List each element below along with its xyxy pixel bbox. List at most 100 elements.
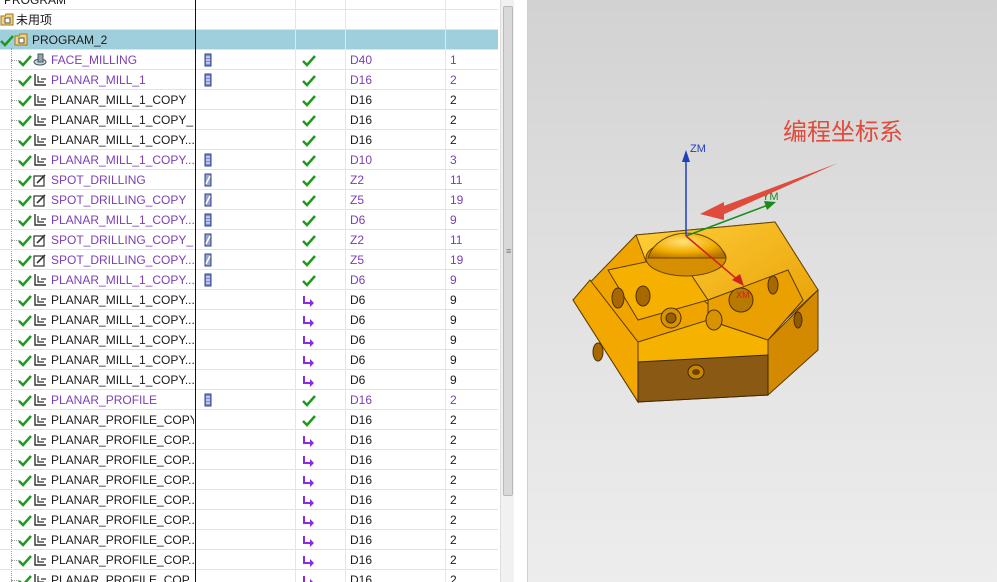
operation-row[interactable]: PLANAR_MILL_1_COPY... D10 3	[0, 150, 498, 170]
scrollbar-thumb[interactable]: ≡	[503, 6, 513, 496]
operation-name: PLANAR_PROFILE_COP...	[51, 533, 194, 547]
tool-name: Z2	[350, 233, 365, 247]
tool-name: D10	[350, 153, 373, 167]
tool-number: 9	[450, 273, 457, 287]
operation-row[interactable]: PLANAR_MILL_1_COPY... D6 9	[0, 210, 498, 230]
operation-navigator: PROGRAM 未用项 PROGRAM_2 FACE_MILLING D40 1 PLANA…	[0, 0, 500, 582]
tool-number: 2	[450, 73, 457, 87]
operation-name: FACE_MILLING	[51, 53, 138, 67]
column-divider-name[interactable]	[195, 0, 196, 582]
operation-name: PLANAR_PROFILE_COP...	[51, 513, 194, 527]
operation-name: PLANAR_PROFILE_COPY	[51, 413, 194, 427]
operation-name: PLANAR_MILL_1_COPY...	[51, 313, 194, 327]
operation-name: PLANAR_PROFILE_COP...	[51, 433, 194, 447]
tool-name: D16	[350, 453, 373, 467]
tool-number: 2	[450, 553, 457, 567]
tool-number: 2	[450, 93, 457, 107]
tool-name: D6	[350, 373, 366, 387]
tool-number: 2	[450, 113, 457, 127]
tool-name: D16	[350, 133, 373, 147]
tool-name: D16	[350, 113, 373, 127]
tool-number: 3	[450, 153, 457, 167]
tool-number: 2	[450, 133, 457, 147]
operation-name: PLANAR_PROFILE_COP...	[51, 553, 194, 567]
navigator-scrollbar[interactable]: ≡	[500, 0, 515, 582]
operation-name: PLANAR_PROFILE_COP...	[51, 453, 194, 467]
operation-row[interactable]: FACE_MILLING D40 1	[0, 50, 498, 70]
tree-node-label: PROGRAM	[4, 0, 67, 7]
operation-row[interactable]: PLANAR_MILL_1_COPY... D6 9	[0, 270, 498, 290]
operation-name: SPOT_DRILLING_COPY...	[51, 253, 194, 267]
operation-row[interactable]: PLANAR_PROFILE D16 2	[0, 390, 498, 410]
operation-row[interactable]: PLANAR_PROFILE_COP... D16 2	[0, 450, 498, 470]
tool-name: Z2	[350, 173, 365, 187]
operation-row[interactable]: SPOT_DRILLING_COPY... Z5 19	[0, 250, 498, 270]
tool-name: D6	[350, 213, 366, 227]
operation-row[interactable]: PLANAR_MILL_1 D16 2	[0, 70, 498, 90]
operation-row[interactable]: PLANAR_PROFILE_COPY D16 2	[0, 410, 498, 430]
operation-row[interactable]: PLANAR_MILL_1_COPY D16 2	[0, 90, 498, 110]
tree-node-label: PROGRAM_2	[32, 33, 108, 47]
tool-number: 9	[450, 373, 457, 387]
operation-row[interactable]: PLANAR_PROFILE_COP... D16 2	[0, 570, 498, 582]
tree-node-program[interactable]: PROGRAM	[0, 0, 498, 10]
model-view: ZM YM XM	[572, 143, 838, 404]
column-divider-tool[interactable]	[445, 0, 446, 582]
tool-name: D6	[350, 353, 366, 367]
tool-name: D16	[350, 473, 373, 487]
tool-number: 2	[450, 513, 457, 527]
tool-number: 2	[450, 453, 457, 467]
tool-name: D16	[350, 433, 373, 447]
tool-number: 11	[450, 233, 463, 247]
folder-icon	[0, 13, 14, 31]
operation-row[interactable]: PLANAR_MILL_1_COPY... D6 9	[0, 330, 498, 350]
operation-row[interactable]: PLANAR_PROFILE_COP... D16 2	[0, 510, 498, 530]
operation-name: PLANAR_MILL_1_COPY...	[51, 293, 194, 307]
operation-name: SPOT_DRILLING	[51, 173, 146, 187]
tree-node-program-2[interactable]: PROGRAM_2	[0, 30, 498, 50]
operation-row[interactable]: PLANAR_MILL_1_COPY... D6 9	[0, 310, 498, 330]
operation-name: PLANAR_PROFILE_COP...	[51, 573, 194, 582]
operation-row[interactable]: PLANAR_MILL_1_COPY... D16 2	[0, 130, 498, 150]
operation-row[interactable]: PLANAR_MILL_1_COPY_1 D16 2	[0, 110, 498, 130]
operation-row[interactable]: PLANAR_PROFILE_COP... D16 2	[0, 550, 498, 570]
tool-number: 19	[450, 193, 464, 207]
tool-number: 9	[450, 353, 457, 367]
operation-name: PLANAR_MILL_1	[51, 73, 146, 87]
operation-row[interactable]: SPOT_DRILLING_COPY Z5 19	[0, 190, 498, 210]
grip-icon: ≡	[506, 246, 512, 256]
tool-number: 11	[450, 173, 463, 187]
operation-row[interactable]: PLANAR_MILL_1_COPY... D6 9	[0, 290, 498, 310]
annotation-arrow	[700, 163, 838, 220]
operation-row[interactable]: PLANAR_MILL_1_COPY... D6 9	[0, 370, 498, 390]
column-divider-status[interactable]	[345, 0, 346, 582]
tool-name: D16	[350, 493, 373, 507]
operation-row[interactable]: PLANAR_MILL_1_COPY... D6 9	[0, 350, 498, 370]
tool-number: 19	[450, 253, 464, 267]
axis-x-label: XM	[736, 290, 750, 300]
planar-mill-icon	[33, 573, 47, 582]
tool-name: D16	[350, 413, 373, 427]
check-icon	[18, 574, 32, 582]
tool-name: D40	[350, 53, 373, 67]
operation-row[interactable]: SPOT_DRILLING Z2 11	[0, 170, 498, 190]
tool-name: D6	[350, 333, 366, 347]
operation-name: PLANAR_PROFILE_COP...	[51, 473, 194, 487]
tool-number: 2	[450, 413, 457, 427]
operation-row[interactable]: PLANAR_PROFILE_COP... D16 2	[0, 430, 498, 450]
tool-name: D6	[350, 273, 366, 287]
operation-row[interactable]: SPOT_DRILLING_COPY_1 Z2 11	[0, 230, 498, 250]
tool-number: 2	[450, 393, 457, 407]
tool-number: 9	[450, 213, 457, 227]
tool-number: 2	[450, 573, 457, 582]
column-divider-toolpath[interactable]	[295, 0, 296, 582]
graphics-viewport[interactable]: ZM YM XM 编程坐标系	[528, 0, 997, 582]
operation-row[interactable]: PLANAR_PROFILE_COP... D16 2	[0, 490, 498, 510]
operation-name: PLANAR_MILL_1_COPY	[51, 93, 187, 107]
tree-node-unused[interactable]: 未用项	[0, 10, 498, 30]
wcs-annotation: 编程坐标系	[783, 118, 903, 146]
panel-gap	[514, 0, 527, 582]
operation-row[interactable]: PLANAR_PROFILE_COP... D16 2	[0, 530, 498, 550]
operation-row[interactable]: PLANAR_PROFILE_COP... D16 2	[0, 470, 498, 490]
folder-icon	[14, 33, 28, 51]
